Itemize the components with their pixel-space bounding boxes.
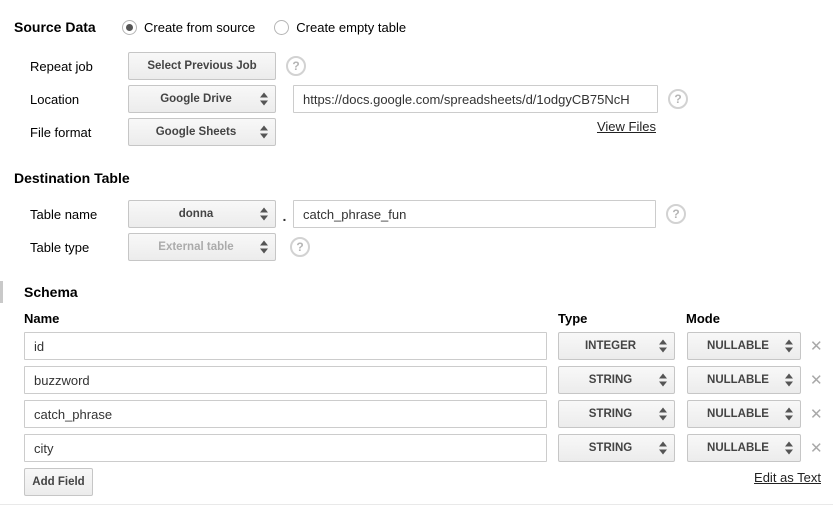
- view-files-link[interactable]: View Files: [597, 119, 656, 134]
- schema-field-mode-value: NULLABLE: [707, 442, 769, 454]
- dataset-dropdown-value: donna: [179, 208, 214, 220]
- table-name-row: Table name donna . ?: [30, 200, 686, 228]
- file-format-dropdown[interactable]: Google Sheets: [128, 118, 276, 146]
- add-field-button[interactable]: Add Field: [24, 468, 93, 496]
- schema-column-mode: Mode: [686, 311, 720, 326]
- repeat-job-label: Repeat job: [30, 59, 128, 74]
- source-data-header: Source Data Create from source Create em…: [14, 13, 406, 41]
- table-type-row: Table type External table ?: [30, 233, 310, 261]
- schema-field-row: INTEGER NULLABLE ✕: [24, 332, 823, 360]
- repeat-job-help-icon[interactable]: ?: [286, 56, 306, 76]
- dropdown-arrows-icon: [659, 340, 667, 353]
- left-scroll-indicator: [0, 281, 3, 303]
- schema-column-type: Type: [558, 311, 587, 326]
- schema-field-type-dropdown[interactable]: STRING: [558, 366, 675, 394]
- dataset-table-separator: .: [276, 204, 293, 228]
- dropdown-arrows-icon: [659, 442, 667, 455]
- schema-field-type-value: INTEGER: [585, 340, 636, 352]
- repeat-job-row: Repeat job Select Previous Job ?: [30, 52, 306, 80]
- schema-field-mode-value: NULLABLE: [707, 408, 769, 420]
- schema-field-mode-value: NULLABLE: [707, 374, 769, 386]
- file-format-row: File format Google Sheets: [30, 118, 276, 146]
- table-type-dropdown: External table: [128, 233, 276, 261]
- create-from-source-option[interactable]: Create from source: [122, 20, 255, 35]
- delete-field-icon[interactable]: ✕: [810, 339, 823, 354]
- schema-rows: INTEGER NULLABLE ✕ STRING NULLABLE ✕ STR…: [24, 332, 823, 468]
- dropdown-arrows-icon: [260, 208, 268, 221]
- dropdown-arrows-icon: [785, 408, 793, 421]
- bottom-divider: [0, 504, 833, 505]
- schema-field-name-input[interactable]: [24, 366, 547, 394]
- table-type-help-icon[interactable]: ?: [290, 237, 310, 257]
- table-name-label: Table name: [30, 207, 128, 222]
- dropdown-arrows-icon: [785, 442, 793, 455]
- schema-field-mode-value: NULLABLE: [707, 340, 769, 352]
- location-help-icon[interactable]: ?: [668, 89, 688, 109]
- dropdown-arrows-icon: [785, 374, 793, 387]
- dataset-dropdown[interactable]: donna: [128, 200, 276, 228]
- schema-field-row: STRING NULLABLE ✕: [24, 434, 823, 462]
- create-empty-table-option[interactable]: Create empty table: [274, 20, 406, 35]
- select-previous-job-button[interactable]: Select Previous Job: [128, 52, 276, 80]
- schema-field-type-dropdown[interactable]: STRING: [558, 434, 675, 462]
- dropdown-arrows-icon: [659, 408, 667, 421]
- edit-as-text-link[interactable]: Edit as Text: [754, 470, 821, 485]
- schema-title: Schema: [24, 284, 78, 300]
- schema-field-type-value: STRING: [589, 374, 632, 386]
- delete-field-icon[interactable]: ✕: [810, 441, 823, 456]
- schema-field-type-dropdown[interactable]: STRING: [558, 400, 675, 428]
- location-source-dropdown[interactable]: Google Drive: [128, 85, 276, 113]
- schema-field-name-input[interactable]: [24, 400, 547, 428]
- destination-table-title: Destination Table: [14, 170, 130, 186]
- schema-field-mode-dropdown[interactable]: NULLABLE: [687, 434, 801, 462]
- source-data-title: Source Data: [14, 19, 122, 35]
- schema-field-mode-dropdown[interactable]: NULLABLE: [687, 332, 801, 360]
- location-url-input[interactable]: [293, 85, 658, 113]
- schema-field-row: STRING NULLABLE ✕: [24, 400, 823, 428]
- dropdown-arrows-icon: [260, 241, 268, 254]
- location-row: Location Google Drive ?: [30, 85, 688, 113]
- schema-field-mode-dropdown[interactable]: NULLABLE: [687, 366, 801, 394]
- create-empty-table-label[interactable]: Create empty table: [296, 20, 406, 35]
- location-source-dropdown-value: Google Drive: [160, 93, 232, 105]
- dropdown-arrows-icon: [785, 340, 793, 353]
- table-name-input[interactable]: [293, 200, 656, 228]
- table-type-label: Table type: [30, 240, 128, 255]
- schema-field-type-dropdown[interactable]: INTEGER: [558, 332, 675, 360]
- delete-field-icon[interactable]: ✕: [810, 407, 823, 422]
- dropdown-arrows-icon: [659, 374, 667, 387]
- schema-field-row: STRING NULLABLE ✕: [24, 366, 823, 394]
- schema-field-name-input[interactable]: [24, 332, 547, 360]
- table-type-dropdown-value: External table: [158, 241, 233, 253]
- dropdown-arrows-icon: [260, 126, 268, 139]
- schema-column-name: Name: [24, 311, 59, 326]
- create-from-source-label[interactable]: Create from source: [144, 20, 255, 35]
- location-label: Location: [30, 92, 128, 107]
- create-from-source-radio[interactable]: [122, 20, 137, 35]
- dropdown-arrows-icon: [260, 93, 268, 106]
- create-empty-table-radio[interactable]: [274, 20, 289, 35]
- schema-field-type-value: STRING: [589, 408, 632, 420]
- table-name-help-icon[interactable]: ?: [666, 204, 686, 224]
- schema-field-name-input[interactable]: [24, 434, 547, 462]
- file-format-label: File format: [30, 125, 128, 140]
- file-format-dropdown-value: Google Sheets: [156, 126, 237, 138]
- schema-field-mode-dropdown[interactable]: NULLABLE: [687, 400, 801, 428]
- delete-field-icon[interactable]: ✕: [810, 373, 823, 388]
- schema-field-type-value: STRING: [589, 442, 632, 454]
